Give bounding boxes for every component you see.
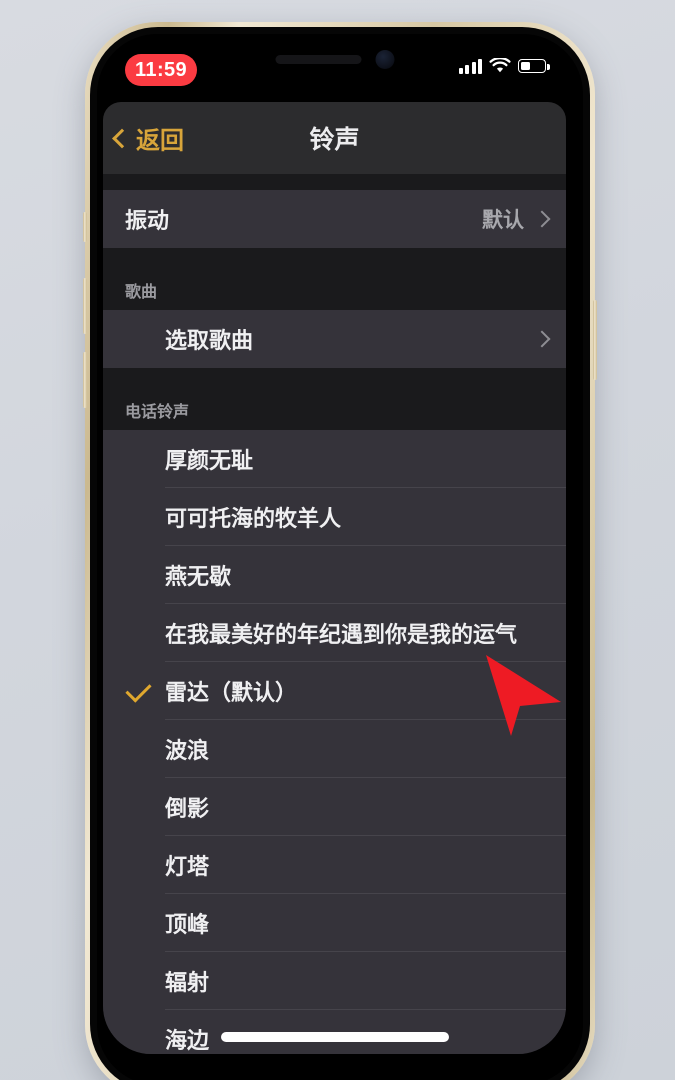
power-button[interactable] bbox=[593, 300, 597, 380]
chevron-right-icon bbox=[533, 330, 551, 348]
list-item-label: 顶峰 bbox=[165, 912, 210, 937]
list-item-label: 可可托海的牧羊人 bbox=[165, 506, 342, 531]
screenshot-root: 11:59 返回 铃声 振动 默认 歌曲 选取歌曲 电话铃声 厚颜无耻 可可托海… bbox=[0, 0, 675, 1080]
section-header: 电话铃声 bbox=[103, 368, 566, 430]
list-item[interactable]: 振动 默认 bbox=[103, 190, 566, 248]
wifi-icon bbox=[489, 58, 511, 73]
list-item-label: 选取歌曲 bbox=[165, 328, 254, 353]
list-item[interactable]: 在我最美好的年纪遇到你是我的运气 bbox=[103, 604, 566, 662]
list-item[interactable]: 顶峰 bbox=[103, 894, 566, 952]
silent-switch-button[interactable] bbox=[83, 212, 87, 242]
list-item-label: 海边 bbox=[165, 1028, 210, 1053]
list-item-label: 灯塔 bbox=[165, 854, 210, 879]
list-item[interactable]: 厚颜无耻 bbox=[103, 430, 566, 488]
screen-recording-time-pill[interactable]: 11:59 bbox=[125, 54, 198, 86]
list-item[interactable]: 灯塔 bbox=[103, 836, 566, 894]
list-item-label: 燕无歇 bbox=[165, 564, 232, 589]
section-header: 歌曲 bbox=[103, 248, 566, 310]
list-item-value: 默认 bbox=[482, 209, 524, 232]
chevron-right-icon bbox=[533, 210, 551, 228]
list-item[interactable]: 倒影 bbox=[103, 778, 566, 836]
notch bbox=[275, 50, 394, 69]
volume-down-button[interactable] bbox=[83, 352, 87, 408]
chevron-left-icon bbox=[112, 128, 132, 148]
page-title: 铃声 bbox=[309, 126, 360, 154]
list-item-label: 厚颜无耻 bbox=[165, 448, 254, 473]
list-item[interactable]: 雷达（默认） bbox=[103, 662, 566, 720]
battery-icon bbox=[518, 59, 550, 73]
cellular-signal-icon bbox=[458, 58, 482, 74]
list-item-label: 倒影 bbox=[165, 796, 210, 821]
status-bar-indicators bbox=[458, 58, 550, 74]
list-item[interactable]: 选取歌曲 bbox=[103, 310, 566, 368]
volume-up-button[interactable] bbox=[83, 278, 87, 334]
back-button[interactable]: 返回 bbox=[112, 121, 184, 156]
list-item-label: 辐射 bbox=[165, 970, 210, 995]
list-item[interactable]: 波浪 bbox=[103, 720, 566, 778]
list-item[interactable]: 可可托海的牧羊人 bbox=[103, 488, 566, 546]
front-camera-icon bbox=[375, 50, 394, 69]
settings-list[interactable]: 振动 默认歌曲选取歌曲电话铃声厚颜无耻可可托海的牧羊人 燕无歇在我最美好的年纪遇到你… bbox=[103, 174, 566, 1054]
list-item-label: 波浪 bbox=[165, 738, 210, 763]
list-item[interactable]: 燕无歇 bbox=[103, 546, 566, 604]
navigation-bar: 返回 铃声 bbox=[103, 102, 566, 174]
back-button-label: 返回 bbox=[136, 127, 184, 155]
list-item-label: 振动 bbox=[125, 208, 170, 233]
list-spacer bbox=[103, 174, 566, 190]
phone-screen: 11:59 返回 铃声 振动 默认 歌曲 选取歌曲 电话铃声 厚颜无耻 可可托海… bbox=[103, 40, 566, 1054]
list-item[interactable]: 辐射 bbox=[103, 952, 566, 1010]
list-item-label: 在我最美好的年纪遇到你是我的运气 bbox=[165, 622, 518, 647]
earpiece-speaker-icon bbox=[275, 55, 361, 64]
status-bar: 11:59 bbox=[103, 40, 566, 102]
home-indicator[interactable] bbox=[220, 1032, 449, 1042]
